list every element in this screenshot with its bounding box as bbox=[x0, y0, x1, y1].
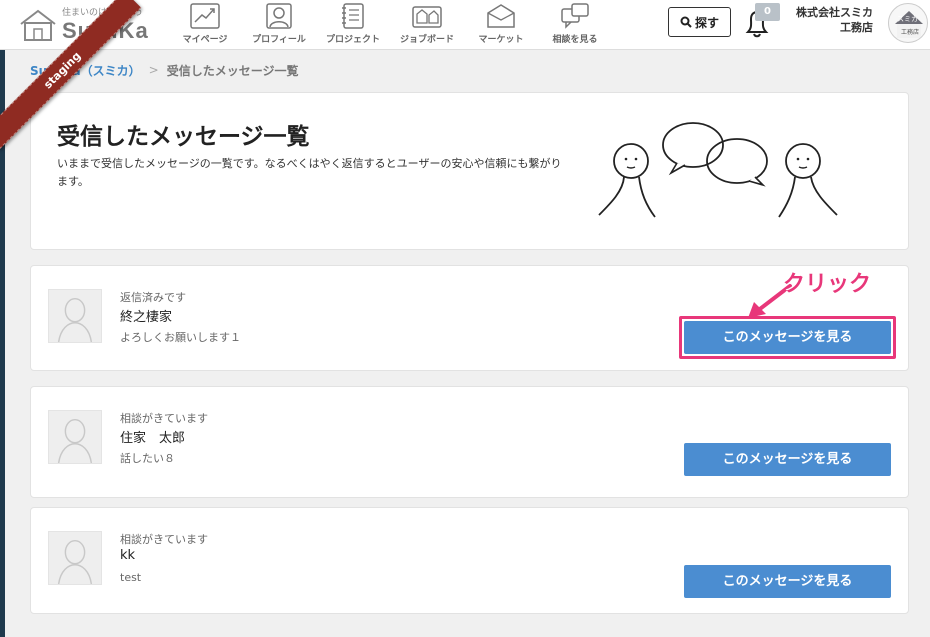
nav-jobboard-label: ジョブボード bbox=[399, 35, 454, 45]
jobboard-icon bbox=[412, 6, 442, 28]
avatar-text-1: スミカ bbox=[897, 15, 918, 23]
page-description: いままで受信したメッセージの一覧です。なるべくはやく返信するとユーザーの安心や信… bbox=[57, 157, 562, 188]
nav-mypage[interactable]: マイページ bbox=[168, 0, 242, 50]
sender-name: 住家 太郎 bbox=[120, 431, 186, 446]
company-name[interactable]: 株式会社スミカ工務店 bbox=[793, 5, 873, 35]
breadcrumb-current: 受信したメッセージ一覧 bbox=[166, 63, 299, 78]
view-message-button[interactable]: このメッセージを見る bbox=[684, 443, 891, 476]
message-status: 相談がきています bbox=[120, 533, 208, 546]
nav-consult-label: 相談を見る bbox=[552, 35, 598, 45]
logo-text: SuMiKa bbox=[62, 18, 149, 43]
user-avatar-icon bbox=[48, 289, 102, 343]
chat-icon bbox=[561, 3, 589, 29]
user-avatar-icon bbox=[48, 531, 102, 585]
notification-count-badge: 0 bbox=[755, 3, 780, 21]
site-logo[interactable]: 住まいのはなしそう SuMiKa bbox=[14, 4, 154, 46]
left-window-edge bbox=[0, 0, 5, 637]
profile-icon bbox=[266, 3, 292, 29]
nav-jobboard[interactable]: ジョブボード bbox=[390, 0, 464, 50]
search-button[interactable]: 探す bbox=[668, 7, 731, 37]
click-annotation-label: クリック bbox=[783, 272, 872, 297]
notebook-icon bbox=[342, 3, 364, 29]
message-preview: test bbox=[120, 571, 142, 584]
message-status: 相談がきています bbox=[120, 412, 208, 425]
page-intro-card: 受信したメッセージ一覧 いままで受信したメッセージの一覧です。なるべくはやく返信… bbox=[30, 92, 909, 250]
nav-project-label: プロジェクト bbox=[325, 35, 380, 45]
breadcrumb-chevron-icon: > bbox=[148, 63, 159, 77]
message-preview: 話したい８ bbox=[120, 452, 175, 465]
main-nav: マイページ プロフィール プロジェクト ジョブボード マーケット 相談を見る bbox=[168, 0, 612, 50]
market-icon bbox=[487, 4, 515, 28]
message-card: 相談がきています 住家 太郎 話したい８ このメッセージを見る bbox=[30, 386, 909, 498]
message-preview: よろしくお願いします１ bbox=[120, 331, 241, 344]
nav-market-label: マーケット bbox=[478, 35, 524, 45]
nav-consult[interactable]: 相談を見る bbox=[538, 0, 612, 50]
logo-tagline: 住まいのはなしそう bbox=[62, 8, 144, 18]
breadcrumb: SuMiKa（スミカ） > 受信したメッセージ一覧 bbox=[30, 60, 298, 80]
view-message-button[interactable]: このメッセージを見る bbox=[684, 565, 891, 598]
nav-profile[interactable]: プロフィール bbox=[242, 0, 316, 50]
sender-name: 終之棲家 bbox=[120, 310, 173, 325]
user-avatar-icon bbox=[48, 410, 102, 464]
conversation-illustration-icon bbox=[598, 122, 838, 218]
magnifier-icon bbox=[680, 16, 692, 28]
nav-market[interactable]: マーケット bbox=[464, 0, 538, 50]
sender-name: kk bbox=[120, 548, 136, 563]
search-button-label: 探す bbox=[694, 15, 719, 30]
click-highlight-box bbox=[679, 316, 896, 359]
message-status: 返信済みです bbox=[120, 291, 186, 304]
nav-project[interactable]: プロジェクト bbox=[316, 0, 390, 50]
avatar-text-2: 工務店 bbox=[901, 29, 920, 36]
nav-mypage-label: マイページ bbox=[182, 35, 228, 45]
page-title: 受信したメッセージ一覧 bbox=[57, 124, 310, 150]
site-header: 住まいのはなしそう SuMiKa マイページ プロフィール プロジェクト ジョブ… bbox=[0, 0, 930, 50]
chart-icon bbox=[190, 3, 220, 29]
company-avatar[interactable]: スミカ 工務店 bbox=[888, 3, 928, 43]
breadcrumb-home-link[interactable]: SuMiKa（スミカ） bbox=[30, 62, 141, 79]
message-card: 相談がきています kk test このメッセージを見る bbox=[30, 507, 909, 614]
house-logo-icon bbox=[20, 9, 56, 41]
nav-profile-label: プロフィール bbox=[252, 35, 306, 45]
